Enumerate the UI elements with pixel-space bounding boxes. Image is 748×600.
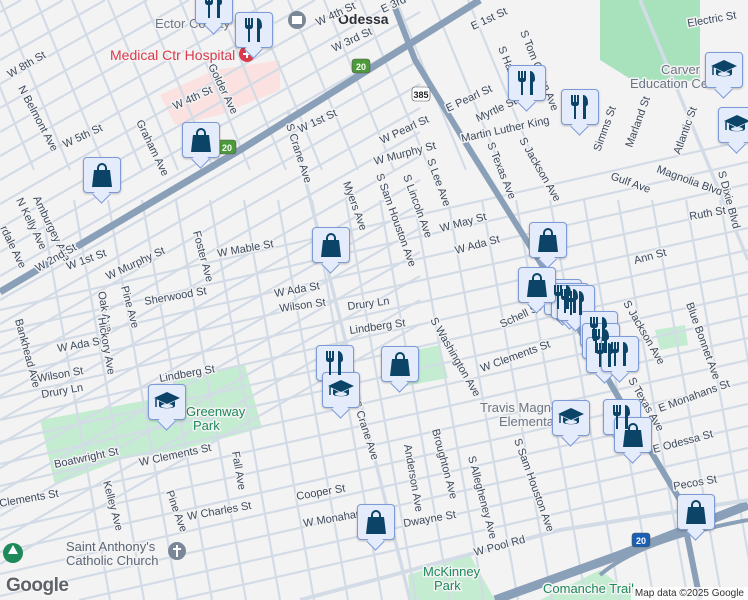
label-w5th: W 5th St <box>61 122 104 151</box>
shopping-bag-icon <box>191 128 211 152</box>
shopping-bag-icon <box>390 352 410 376</box>
shopping-bag-icon <box>92 163 112 187</box>
fork-knife-icon <box>518 71 535 95</box>
label-crane-b: S Crane Ave <box>350 399 380 461</box>
education-marker[interactable] <box>322 372 360 408</box>
label-stexas-a: S Texas Ave <box>484 141 518 201</box>
shopping-marker[interactable] <box>312 227 350 263</box>
label-clements: Clements St <box>0 488 60 510</box>
label-rdale: rdale Ave <box>0 224 28 270</box>
shopping-bag-icon <box>527 273 547 297</box>
label-wada-c: W Ada St <box>454 233 501 256</box>
route-shield-20: 20 <box>631 532 651 548</box>
label-wmay: W May St <box>439 211 488 235</box>
label-wpool: W Pool Rd <box>473 534 527 559</box>
fork-knife-icon <box>326 351 343 375</box>
label-carver1: Carver <box>661 62 701 77</box>
label-marland: Marland St <box>624 95 653 149</box>
education-marker[interactable] <box>148 384 186 420</box>
label-travis1: Travis Magnet <box>480 400 562 415</box>
label-greenway1: Greenway <box>186 404 246 419</box>
google-logo: Google <box>6 575 69 596</box>
shopping-marker[interactable] <box>357 504 395 540</box>
label-pine-a: Pine Ave <box>118 285 141 330</box>
label-comanche: Comanche Trail <box>543 581 634 596</box>
label-eodessa: E Odessa St <box>652 428 715 456</box>
label-mckinney1: McKinney <box>423 564 481 579</box>
restaurant-marker[interactable] <box>561 89 599 125</box>
restaurant-marker[interactable] <box>235 12 273 48</box>
label-wilson-a: Wilson St <box>279 297 327 315</box>
label-dixie: S Dixie Blvd <box>715 170 742 230</box>
graduation-cap-icon <box>154 392 180 409</box>
library-icon <box>288 11 306 29</box>
label-ruth: Ruth St <box>688 205 726 223</box>
label-pecos: Pecos St <box>672 473 717 492</box>
svg-text:20: 20 <box>636 536 646 546</box>
label-drury-b: Drury Ln <box>40 382 84 401</box>
education-marker[interactable] <box>705 52 743 88</box>
label-church1: Saint Anthony's <box>66 539 156 554</box>
church-icon <box>168 542 186 560</box>
label-sjackson-a: S Jackson Ave <box>516 136 562 204</box>
label-church2: Catholic Church <box>66 553 159 568</box>
street <box>718 199 748 367</box>
shopping-bag-icon <box>366 510 386 534</box>
label-wmurphy-a: W Murphy St <box>104 245 167 283</box>
shopping-bag-icon <box>623 423 643 447</box>
label-mckinney2: Park <box>434 578 461 593</box>
route-shield-385: 385 <box>411 86 431 102</box>
route-shield-20: 20 <box>351 58 371 74</box>
park-small-2 <box>655 325 688 350</box>
fork-knife-icon <box>245 18 262 42</box>
park-tree-icon <box>3 543 23 563</box>
fork-knife-icon <box>611 342 628 366</box>
fork-knife-icon <box>571 95 588 119</box>
route-shield-20: 20 <box>217 139 237 155</box>
label-pine-b: Pine Ave <box>163 489 189 534</box>
label-cooper: Cooper St <box>295 483 346 503</box>
label-fall: Fall Ave <box>229 450 248 490</box>
svg-text:20: 20 <box>222 143 232 153</box>
label-e1st: E 1st St <box>469 6 509 33</box>
education-marker[interactable] <box>718 107 748 143</box>
shopping-bag-icon <box>321 233 341 257</box>
graduation-cap-icon <box>711 60 737 77</box>
shopping-marker[interactable] <box>677 494 715 530</box>
street <box>0 0 106 61</box>
restaurant-marker[interactable] <box>195 0 233 24</box>
fork-knife-icon <box>567 291 584 315</box>
shopping-marker[interactable] <box>529 222 567 258</box>
shopping-marker[interactable] <box>83 157 121 193</box>
i20-ramp <box>598 518 748 577</box>
shopping-bag-icon <box>686 500 706 524</box>
label-slee: S Lee Ave <box>424 157 452 208</box>
graduation-cap-icon <box>328 380 354 397</box>
label-mlk: Martin Luther King <box>460 115 550 145</box>
svg-text:385: 385 <box>413 90 428 100</box>
svg-text:20: 20 <box>356 62 366 72</box>
label-hospital: Medical Ctr Hospital <box>110 47 235 63</box>
shopping-marker[interactable] <box>182 122 220 158</box>
graduation-cap-icon <box>558 408 584 425</box>
map-attribution[interactable]: Map data ©2025 Google <box>630 587 748 600</box>
label-foster: Foster Ave <box>190 230 215 284</box>
graduation-cap-icon <box>724 115 748 132</box>
shopping-bag-icon <box>538 228 558 252</box>
shopping-marker[interactable] <box>381 346 419 382</box>
label-dwayne: Dwayne St <box>402 509 456 530</box>
restaurant-marker[interactable] <box>508 65 546 101</box>
label-greenway2: Park <box>193 418 220 433</box>
fork-knife-icon <box>205 0 222 18</box>
label-sherwood: Sherwood St <box>143 285 207 308</box>
education-marker[interactable] <box>552 400 590 436</box>
